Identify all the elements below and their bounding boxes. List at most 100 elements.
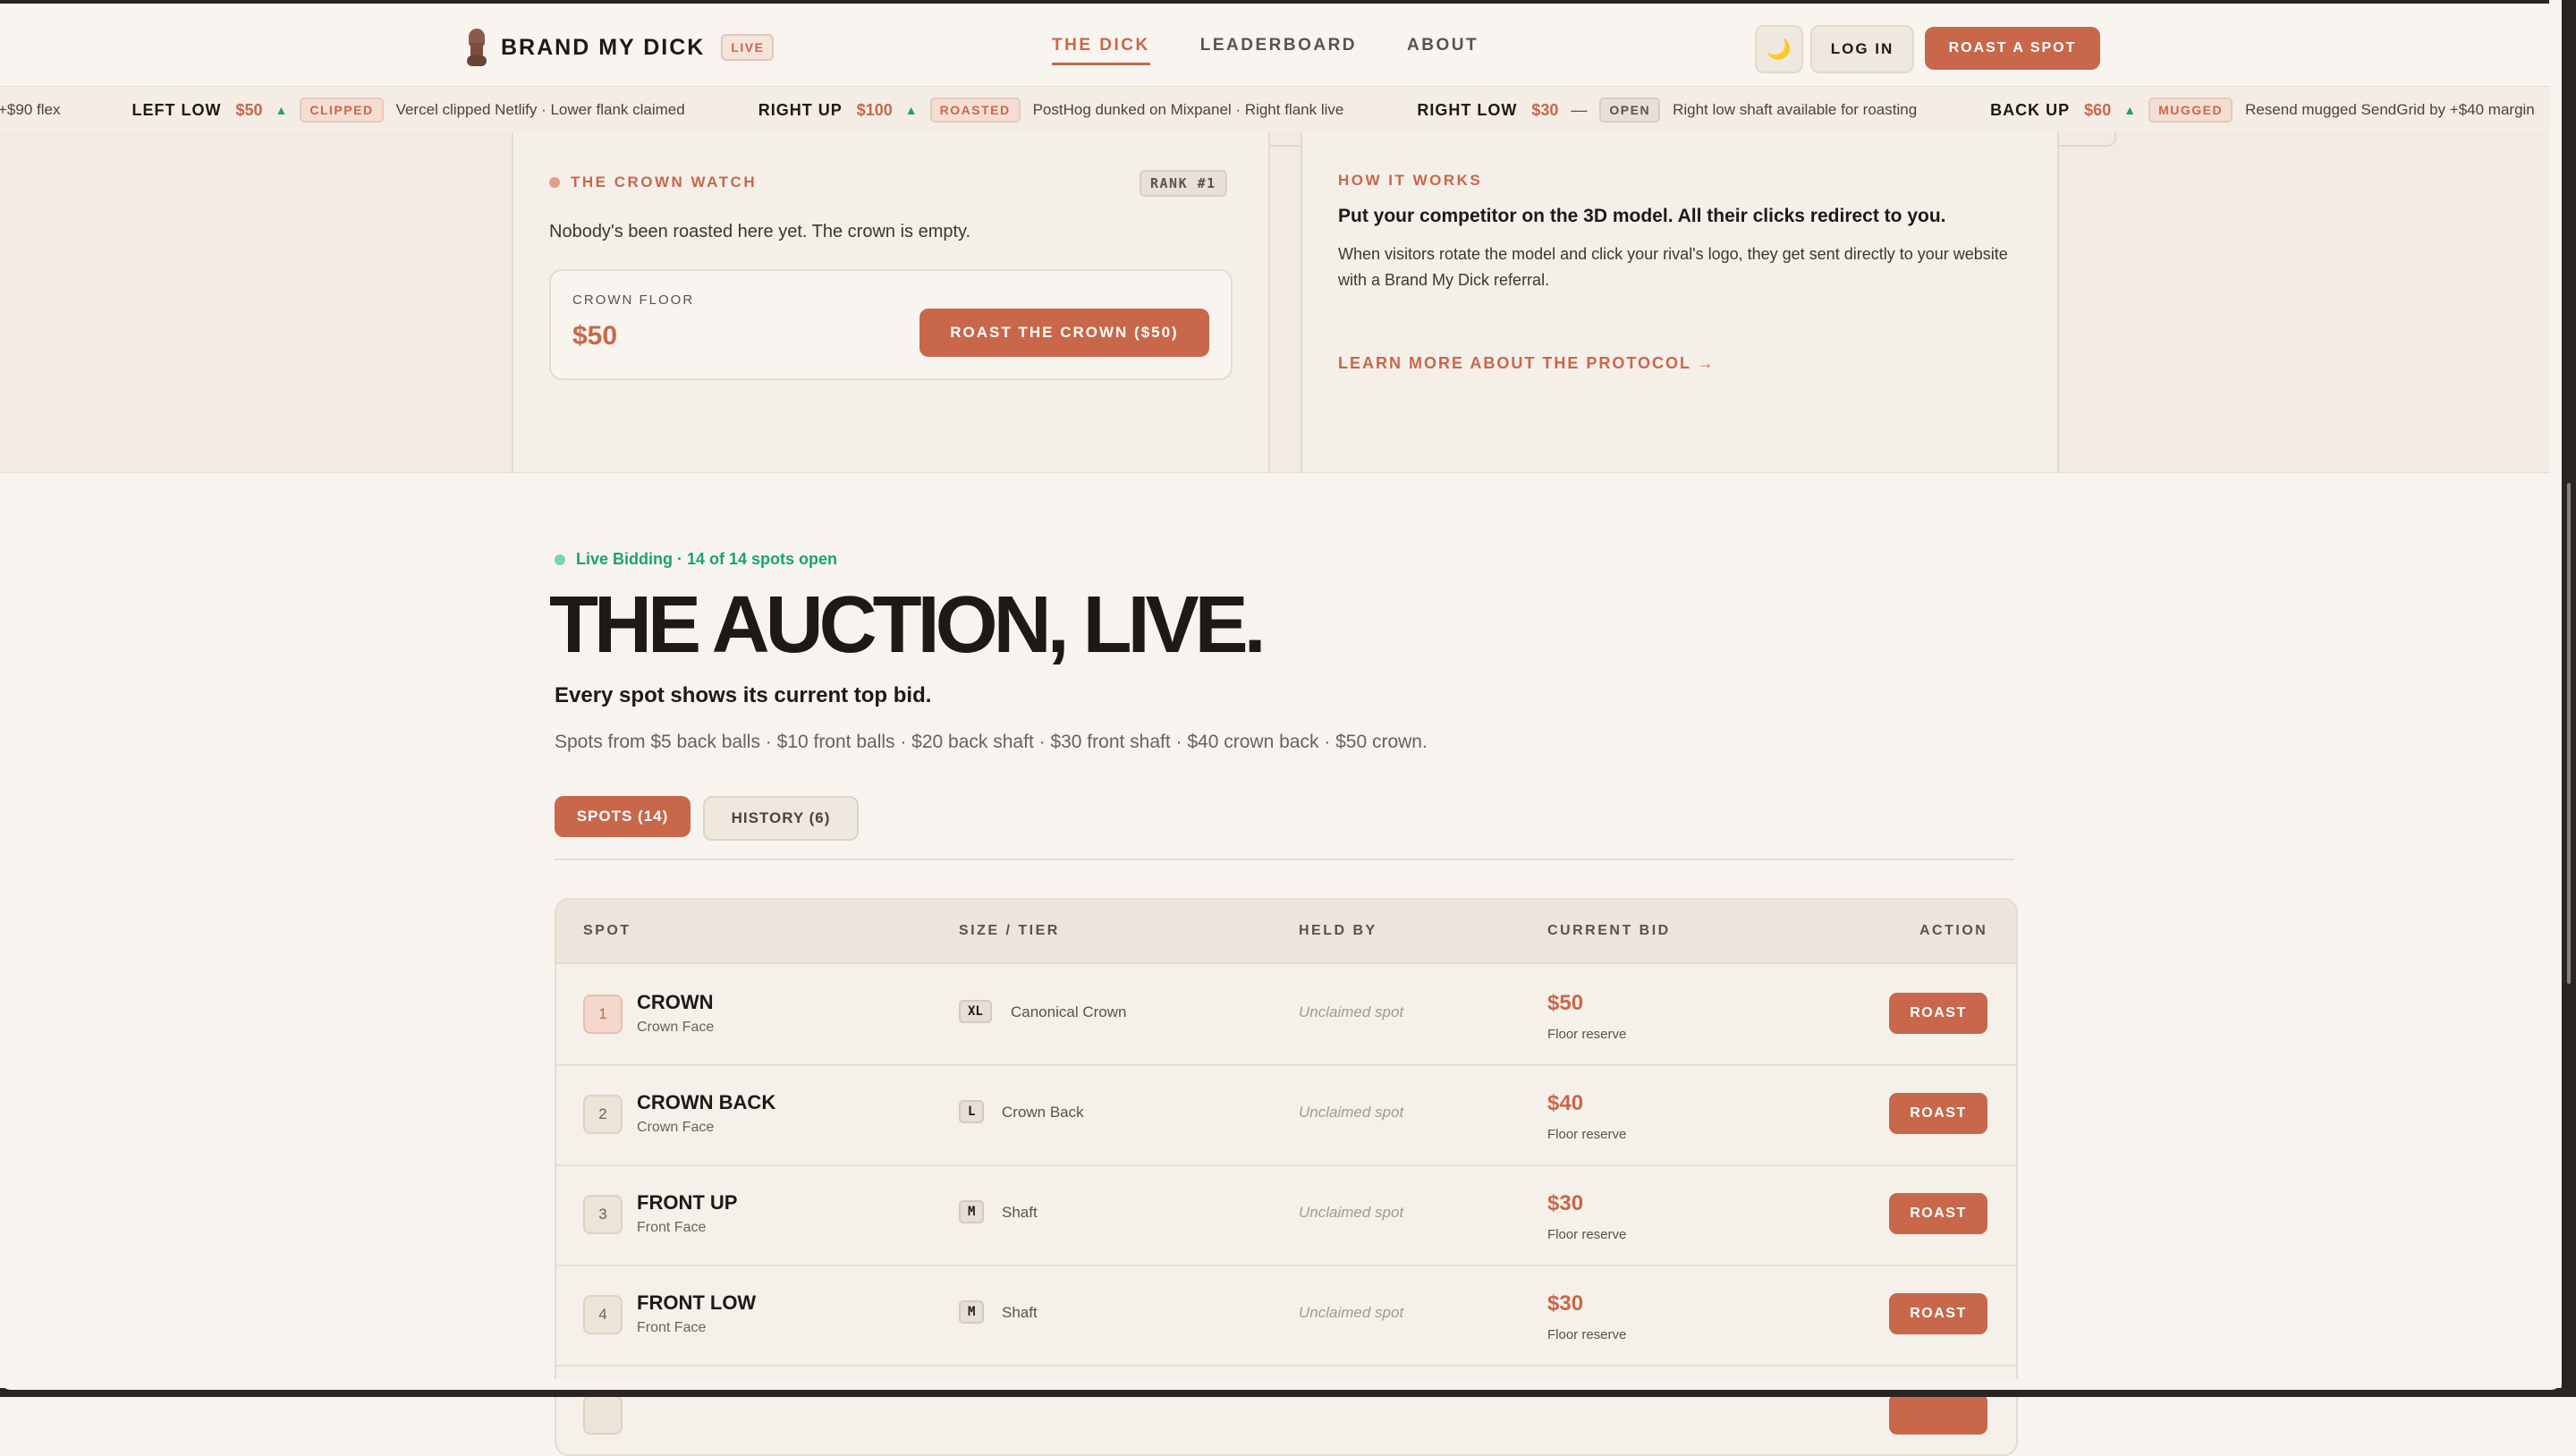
ticker-price: $50 <box>235 100 263 119</box>
brand[interactable]: BRAND MY DICK LIVE <box>467 25 775 70</box>
rank-number: 2 <box>583 1095 623 1134</box>
live-dot-icon <box>555 554 565 565</box>
col-action: ACTION <box>1919 923 1988 938</box>
page-bottom-edge <box>0 1379 2562 1390</box>
live-bidding-text: Live Bidding · 14 of 14 spots open <box>576 550 838 568</box>
ticker-item: RIGHT UP $100 ▲ ROASTED PostHog dunked o… <box>758 97 1344 123</box>
section-divider <box>555 859 2014 860</box>
live-bidding-status: Live Bidding · 14 of 14 spots open <box>555 550 837 569</box>
bid-note: Floor reserve <box>1547 1127 1627 1142</box>
up-arrow-icon: ▲ <box>2123 103 2137 117</box>
roast-button[interactable]: ROAST <box>1889 1093 1987 1134</box>
table-row: 3 FRONT UP Front Face M Shaft Unclaimed … <box>556 1164 2016 1266</box>
ticker-text: Resend mugged SendGrid by +$40 margin <box>2245 101 2535 118</box>
col-held-by: HELD BY <box>1299 923 1377 938</box>
size-badge: M <box>959 1300 985 1324</box>
ticker-text: PostHog dunked on Mixpanel · Right flank… <box>1032 101 1344 118</box>
bid-value: $50 <box>1547 991 1584 1015</box>
crown-floor-value: $50 <box>572 321 618 351</box>
ticker-price: $30 <box>1531 100 1559 119</box>
crown-empty-text: Nobody's been roasted here yet. The crow… <box>549 222 971 241</box>
spot-name: FRONT UP <box>637 1191 738 1214</box>
spots-table: SPOT SIZE / TIER HELD BY CURRENT BID ACT… <box>555 898 2018 1456</box>
size-badge: XL <box>959 1000 992 1023</box>
page-right-edge <box>2549 0 2562 1397</box>
held-by: Unclaimed spot <box>1299 1104 1404 1121</box>
ticker-fragment: +$90 flex <box>0 101 61 118</box>
theme-toggle-button[interactable]: 🌙 <box>1755 25 1803 73</box>
held-by: Unclaimed spot <box>1299 1003 1404 1020</box>
nav-leaderboard[interactable]: LEADERBOARD <box>1200 36 1357 65</box>
rank-badge: RANK #1 <box>1140 170 1227 197</box>
tab-history[interactable]: HISTORY (6) <box>703 796 859 841</box>
table-row: 2 CROWN BACK Crown Face L Crown Back Unc… <box>556 1064 2016 1166</box>
bid-value: $40 <box>1547 1091 1584 1115</box>
bid-value: $30 <box>1547 1191 1584 1215</box>
up-arrow-icon: ▲ <box>275 103 288 117</box>
ticker-spot: RIGHT UP <box>758 100 843 119</box>
live-badge: LIVE <box>721 34 775 61</box>
spot-name: CROWN BACK <box>637 1091 776 1113</box>
hero-cards-section: THE CROWN WATCH RANK #1 Nobody's been ro… <box>0 132 2576 473</box>
how-it-works-title: Put your competitor on the 3D model. All… <box>1338 206 1946 226</box>
auction-title: THE AUCTION, LIVE. <box>549 580 1267 670</box>
login-button[interactable]: LOG IN <box>1810 25 1914 73</box>
rank-number: 1 <box>583 995 623 1034</box>
activity-ticker: +$90 flex LEFT LOW $50 ▲ CLIPPED Vercel … <box>0 86 2576 134</box>
spot-face: Front Face <box>637 1220 707 1235</box>
ticker-spot: BACK UP <box>1990 100 2071 119</box>
nav-about[interactable]: ABOUT <box>1407 36 1479 65</box>
held-by: Unclaimed spot <box>1299 1204 1404 1221</box>
spot-face: Crown Face <box>637 1120 715 1135</box>
tab-spots[interactable]: SPOTS (14) <box>555 796 691 837</box>
bid-value: $30 <box>1547 1291 1584 1316</box>
tier-name: Shaft <box>1002 1304 1038 1321</box>
learn-more-link[interactable]: LEARN MORE ABOUT THE PROTOCOL → <box>1338 354 1716 373</box>
ticker-badge: MUGGED <box>2148 97 2233 123</box>
ticker-spot: RIGHT LOW <box>1417 100 1518 119</box>
brand-name: BRAND MY DICK <box>501 34 706 60</box>
ticker-item: RIGHT LOW $30 — OPEN Right low shaft ava… <box>1417 97 1917 123</box>
ticker-text: Vercel clipped Netlify · Lower flank cla… <box>395 101 685 118</box>
roast-button[interactable]: ROAST <box>1889 1193 1987 1234</box>
table-row: 4 FRONT LOW Front Face M Shaft Unclaimed… <box>556 1265 2016 1367</box>
moon-icon: 🌙 <box>1767 38 1792 60</box>
spot-face: Front Face <box>637 1320 707 1335</box>
main-nav: THE DICK LEADERBOARD ABOUT <box>1052 36 1529 65</box>
ticker-text: Right low shaft available for roasting <box>1673 101 1918 118</box>
tier-name: Canonical Crown <box>1011 1003 1127 1020</box>
roast-a-spot-button[interactable]: ROAST A SPOT <box>1925 27 2100 70</box>
ticker-badge: ROASTED <box>929 97 1021 123</box>
ticker-price: $100 <box>856 100 893 119</box>
col-size-tier: SIZE / TIER <box>959 923 1060 938</box>
crown-watch-label: THE CROWN WATCH <box>571 174 758 190</box>
spot-name: FRONT LOW <box>637 1291 757 1314</box>
spot-prices-text: Spots from $5 back balls · $10 front bal… <box>555 732 1428 752</box>
tier-name: Shaft <box>1002 1204 1038 1221</box>
how-it-works-label: HOW IT WORKS <box>1338 172 1483 189</box>
size-badge: L <box>959 1100 985 1123</box>
roast-button[interactable]: ROAST <box>1889 993 1987 1034</box>
roast-button[interactable] <box>1889 1393 1987 1435</box>
nav-the-dick[interactable]: THE DICK <box>1052 36 1150 65</box>
site-header: BRAND MY DICK LIVE THE DICK LEADERBOARD … <box>0 4 2576 86</box>
status-dot-icon <box>549 177 560 188</box>
bid-note: Floor reserve <box>1547 1327 1627 1342</box>
ticker-item: LEFT LOW $50 ▲ CLIPPED Vercel clipped Ne… <box>131 97 685 123</box>
ticker-spot: LEFT LOW <box>131 100 222 119</box>
ticker-badge: CLIPPED <box>300 97 384 123</box>
scrollbar-thumb[interactable] <box>2567 483 2571 984</box>
spot-face: Crown Face <box>637 1020 715 1035</box>
crown-floor-label: CROWN FLOOR <box>572 292 695 308</box>
auction-subhead: Every spot shows its current top bid. <box>555 683 932 707</box>
held-by: Unclaimed spot <box>1299 1304 1404 1321</box>
brand-logo-icon <box>467 29 487 66</box>
roast-the-crown-button[interactable]: ROAST THE CROWN ($50) <box>919 309 1209 357</box>
spot-name: CROWN <box>637 991 714 1013</box>
roast-button[interactable]: ROAST <box>1889 1293 1987 1334</box>
flat-dash-icon: — <box>1571 100 1588 119</box>
ticker-price: $60 <box>2084 100 2112 119</box>
how-it-works-body: When visitors rotate the model and click… <box>1338 245 2008 289</box>
crown-floor-box: CROWN FLOOR $50 ROAST THE CROWN ($50) <box>549 269 1233 380</box>
ticker-item: BACK UP $60 ▲ MUGGED Resend mugged SendG… <box>1990 97 2535 123</box>
